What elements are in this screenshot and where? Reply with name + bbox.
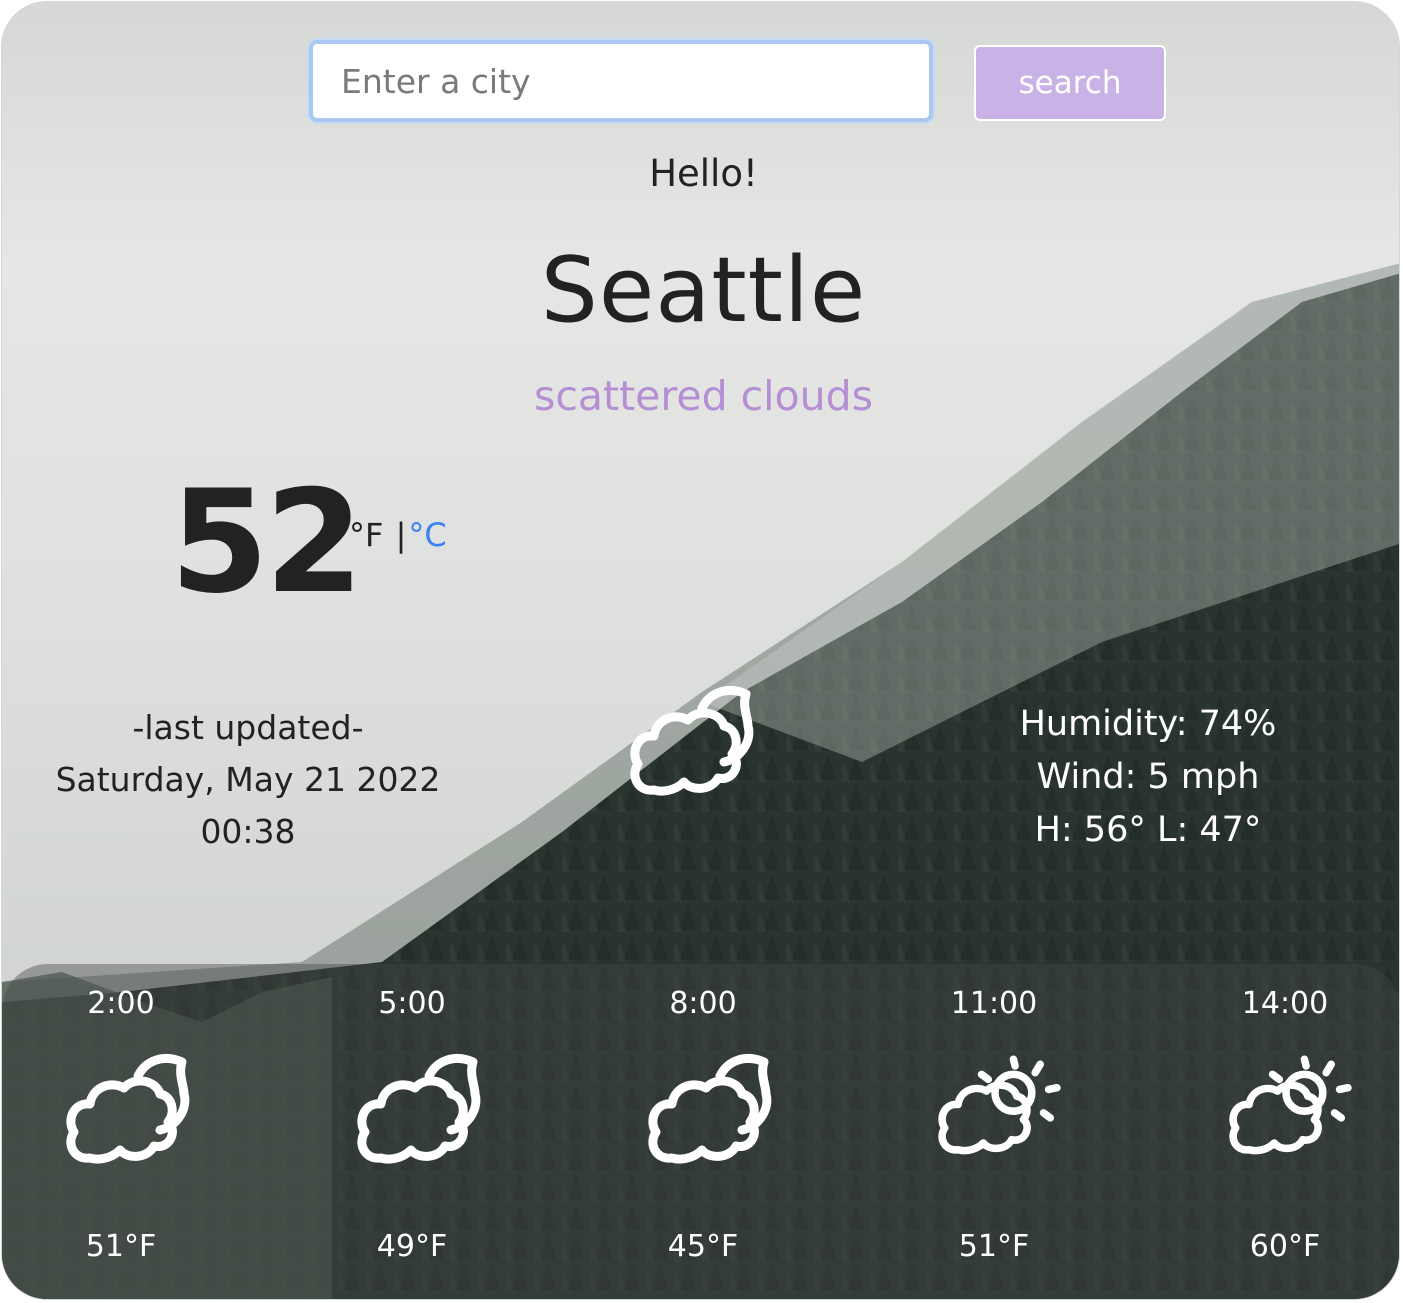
forecast-time: 8:00 bbox=[669, 986, 737, 1021]
cloud-moon-icon bbox=[66, 1054, 190, 1164]
cloud-moon-icon bbox=[630, 686, 754, 796]
greeting-text: Hello! bbox=[649, 152, 758, 195]
cloud-sun-icon bbox=[938, 1055, 1061, 1155]
cloud-moon-icon bbox=[357, 1054, 481, 1164]
fahrenheit-link[interactable]: °F bbox=[349, 516, 383, 554]
forecast-temperature: 49°F bbox=[376, 1229, 448, 1264]
forecast-temperature: 60°F bbox=[1249, 1229, 1321, 1264]
unit-separator: | bbox=[395, 516, 407, 554]
wind-text: Wind: 5 mph bbox=[1036, 757, 1260, 797]
forecast-temperature: 51°F bbox=[958, 1229, 1030, 1264]
search-button[interactable]: search bbox=[974, 45, 1166, 121]
humidity-text: Humidity: 74% bbox=[1019, 704, 1277, 744]
last-updated-label: -last updated- bbox=[132, 708, 364, 747]
last-updated-block: -last updated- Saturday, May 21 2022 00:… bbox=[42, 702, 454, 858]
city-name: Seattle bbox=[540, 238, 867, 343]
forecast-time: 5:00 bbox=[378, 986, 446, 1021]
forecast-temperature: 51°F bbox=[85, 1229, 157, 1264]
cloud-sun-icon bbox=[1229, 1055, 1352, 1155]
forecast-time: 2:00 bbox=[87, 986, 155, 1021]
last-updated-time: 00:38 bbox=[200, 812, 296, 851]
forecast-time: 11:00 bbox=[950, 986, 1038, 1021]
unit-switcher: °F |°C bbox=[349, 516, 447, 554]
forecast-time: 14:00 bbox=[1241, 986, 1329, 1021]
celsius-link[interactable]: °C bbox=[408, 516, 446, 554]
forecast-temperature: 45°F bbox=[667, 1229, 739, 1264]
last-updated-date: Saturday, May 21 2022 bbox=[55, 760, 441, 799]
high-low-text: H: 56° L: 47° bbox=[1034, 810, 1262, 850]
search-input[interactable] bbox=[309, 40, 933, 122]
current-temperature: 52 bbox=[170, 460, 364, 625]
weather-app-card: search Hello! Seattle scattered clouds 5… bbox=[1, 1, 1400, 1300]
hourly-forecast-panel: 2:00 51°F 5:00 49°F 8:00 45°F 11:00 51°F… bbox=[2, 964, 1399, 1299]
weather-description: scattered clouds bbox=[533, 372, 874, 420]
weather-details: Humidity: 74% Wind: 5 mph H: 56° L: 47° bbox=[982, 698, 1314, 857]
cloud-moon-icon bbox=[648, 1054, 772, 1164]
